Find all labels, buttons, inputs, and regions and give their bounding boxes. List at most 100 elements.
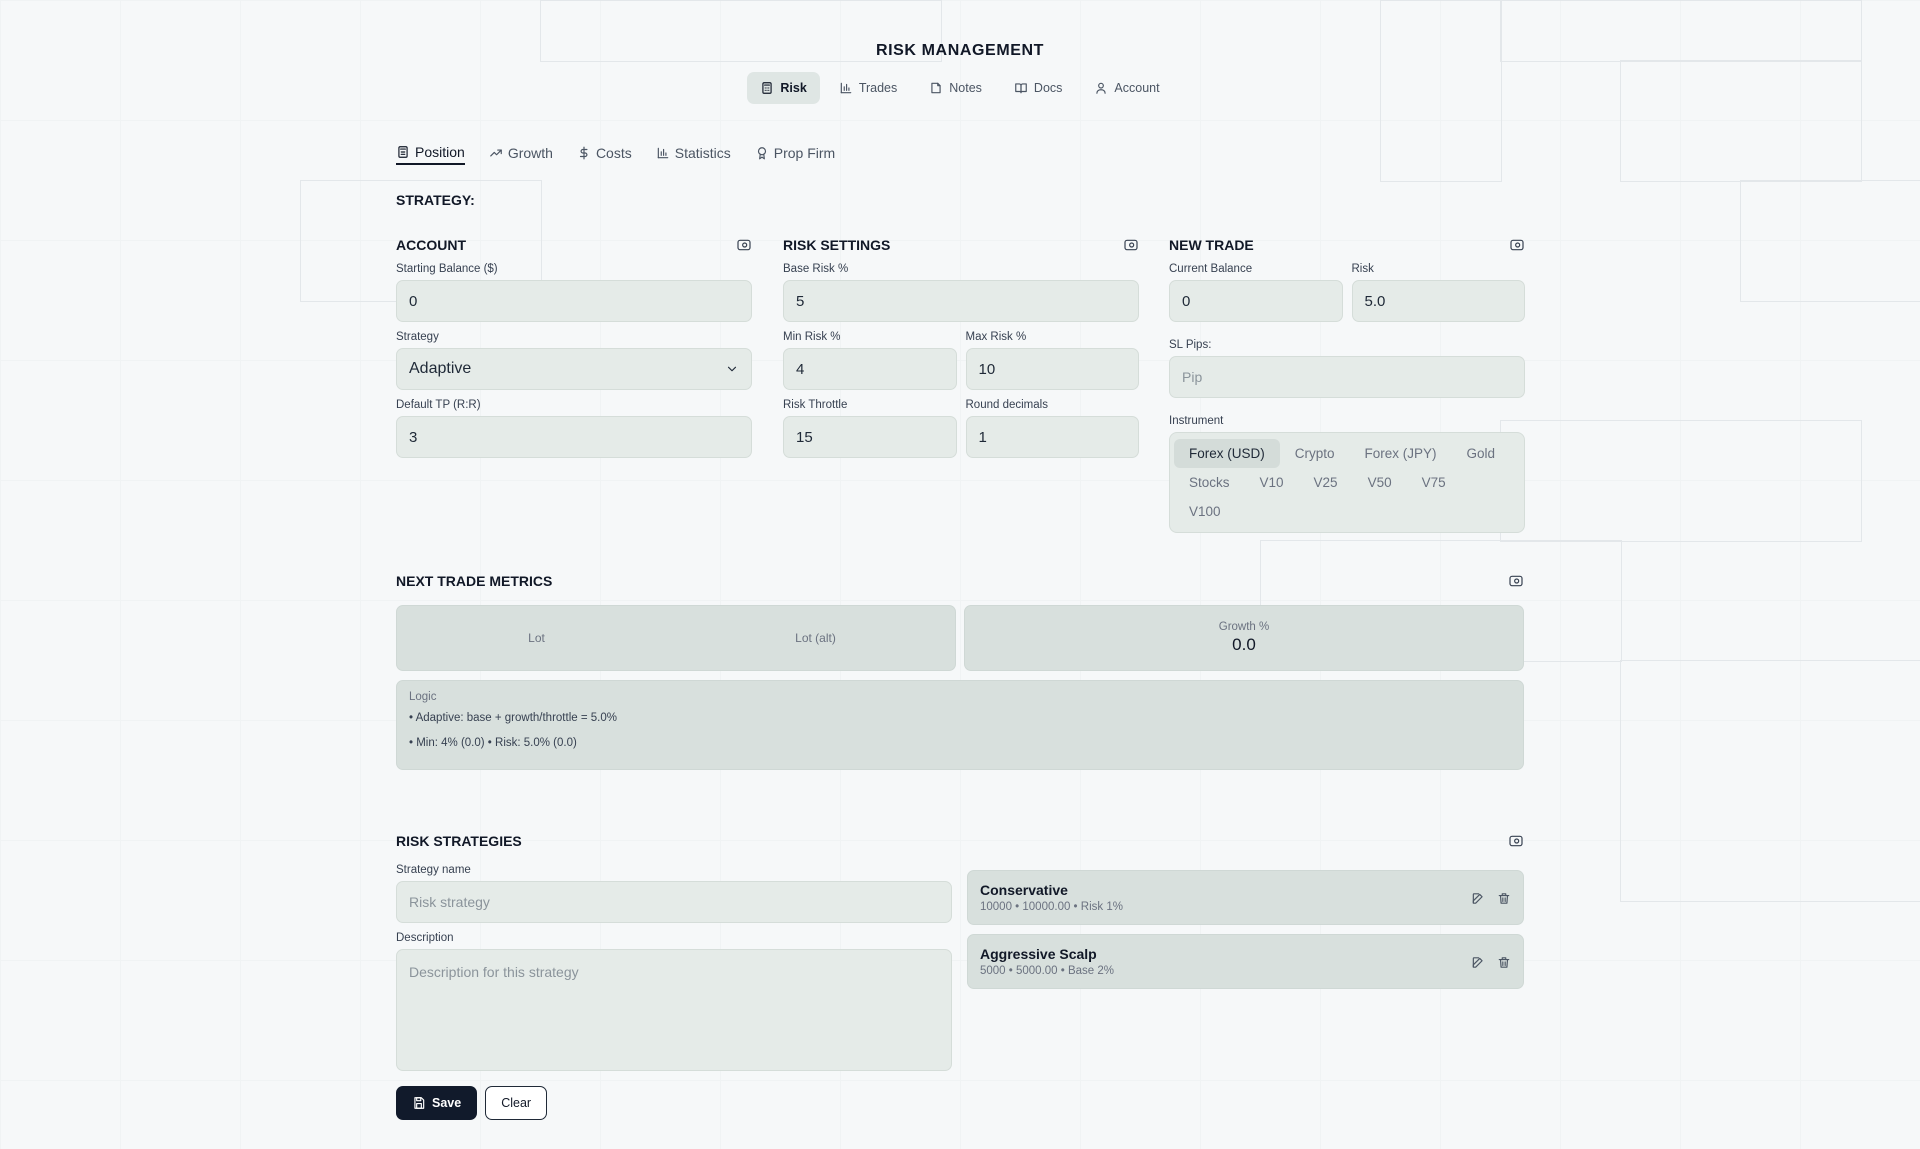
current-balance-label: Current Balance xyxy=(1169,263,1253,275)
trending-up-icon xyxy=(489,146,503,160)
strategy-meta: 5000 • 5000.00 • Base 2% xyxy=(980,965,1115,977)
note-icon xyxy=(929,81,943,95)
strategy-select[interactable]: Adaptive xyxy=(396,348,752,390)
nav-label: Risk xyxy=(780,81,807,95)
round-decimals-label: Round decimals xyxy=(965,399,1048,411)
tab-growth[interactable]: Growth xyxy=(489,144,553,165)
save-button[interactable]: Save xyxy=(396,1086,478,1120)
bar-chart-icon xyxy=(656,146,670,160)
calculator-icon xyxy=(396,145,410,159)
growth-value: 0.0 xyxy=(1232,635,1256,654)
strategy-card[interactable]: Conservative 10000 • 10000.00 • Risk 1% xyxy=(967,870,1524,925)
instrument-v50[interactable]: V50 xyxy=(1353,468,1407,497)
strategy-card[interactable]: Aggressive Scalp 5000 • 5000.00 • Base 2… xyxy=(967,934,1524,989)
user-icon xyxy=(1094,81,1108,95)
camera-icon[interactable] xyxy=(1509,237,1525,253)
logic-line: • Adaptive: base + growth/throttle = 5.0… xyxy=(409,712,617,724)
strategy-meta: 10000 • 10000.00 • Risk 1% xyxy=(980,901,1123,913)
camera-icon[interactable] xyxy=(1508,833,1524,849)
edit-icon[interactable] xyxy=(1471,891,1485,905)
strategies-title: RISK STRATEGIES xyxy=(396,833,522,849)
base-risk-label: Base Risk % xyxy=(783,263,849,275)
strategy-name-input[interactable]: Risk strategy xyxy=(396,881,952,923)
strategy-name-label: Strategy name xyxy=(396,864,471,876)
min-risk-input[interactable]: 4 xyxy=(783,348,957,390)
tab-position[interactable]: Position xyxy=(396,144,465,165)
metrics-title: NEXT TRADE METRICS xyxy=(396,573,553,589)
logic-title: Logic xyxy=(409,691,437,703)
instrument-v100[interactable]: V100 xyxy=(1174,497,1236,526)
instrument-v25[interactable]: V25 xyxy=(1299,468,1353,497)
nav-docs[interactable]: Docs xyxy=(1001,72,1075,104)
app-title: RISK MANAGEMENT xyxy=(875,42,1045,59)
book-icon xyxy=(1014,81,1028,95)
save-icon xyxy=(412,1096,426,1110)
instrument-v75[interactable]: V75 xyxy=(1407,468,1461,497)
top-navigation: Risk Trades Notes Docs Account xyxy=(396,72,1524,104)
risk-settings-title: RISK SETTINGS xyxy=(783,237,891,253)
tab-statistics[interactable]: Statistics xyxy=(656,144,731,165)
instrument-crypto[interactable]: Crypto xyxy=(1280,439,1350,468)
calculator-icon xyxy=(760,81,774,95)
instrument-stocks[interactable]: Stocks xyxy=(1174,468,1245,497)
nav-trades[interactable]: Trades xyxy=(826,72,910,104)
default-tp-input[interactable]: 3 xyxy=(396,416,752,458)
dollar-icon xyxy=(577,146,591,160)
nav-label: Docs xyxy=(1033,81,1063,95)
tab-label: Prop Firm xyxy=(773,145,836,161)
risk-input[interactable]: 5.0 xyxy=(1351,280,1525,322)
strategy-select-value: Adaptive xyxy=(409,360,472,377)
trash-icon[interactable] xyxy=(1497,955,1511,969)
risk-throttle-label: Risk Throttle xyxy=(783,399,848,411)
min-risk-label: Min Risk % xyxy=(783,331,841,343)
description-textarea[interactable]: Description for this strategy xyxy=(396,949,952,1071)
chevron-down-icon xyxy=(725,362,739,376)
starting-balance-label: Starting Balance ($) xyxy=(396,263,498,275)
starting-balance-input[interactable]: 0 xyxy=(396,280,752,322)
account-panel: ACCOUNT Starting Balance ($) 0 Strategy … xyxy=(396,236,752,458)
edit-icon[interactable] xyxy=(1471,955,1485,969)
growth-label: Growth % xyxy=(1218,621,1270,633)
logic-line: • Min: 4% (0.0) • Risk: 5.0% (0.0) xyxy=(409,737,577,749)
tab-label: Costs xyxy=(595,145,632,161)
current-balance-input[interactable]: 0 xyxy=(1169,280,1343,322)
risk-throttle-input[interactable]: 15 xyxy=(783,416,957,458)
base-risk-input[interactable]: 5 xyxy=(783,280,1139,322)
new-trade-panel: NEW TRADE Current Balance 0 Risk 5.0 SL … xyxy=(1169,236,1525,533)
clear-button[interactable]: Clear xyxy=(485,1086,548,1120)
nav-label: Trades xyxy=(858,81,898,95)
camera-icon[interactable] xyxy=(736,237,752,253)
save-label: Save xyxy=(432,1096,462,1110)
max-risk-input[interactable]: 10 xyxy=(965,348,1139,390)
instrument-v10[interactable]: V10 xyxy=(1245,468,1299,497)
nav-risk[interactable]: Risk xyxy=(747,72,820,104)
logic-card: Logic • Adaptive: base + growth/throttle… xyxy=(396,680,1524,770)
tab-prop-firm[interactable]: Prop Firm xyxy=(755,144,835,165)
award-icon xyxy=(755,146,769,160)
round-decimals-input[interactable]: 1 xyxy=(965,416,1139,458)
nav-label: Account xyxy=(1114,81,1160,95)
strategy-heading: STRATEGY: xyxy=(396,192,475,208)
nav-notes[interactable]: Notes xyxy=(916,72,995,104)
trash-icon[interactable] xyxy=(1497,891,1511,905)
nav-label: Notes xyxy=(949,81,982,95)
instrument-forex-jpy[interactable]: Forex (JPY) xyxy=(1350,439,1452,468)
account-title: ACCOUNT xyxy=(396,237,466,253)
description-label: Description xyxy=(396,932,454,944)
strategy-name: Conservative xyxy=(980,882,1068,898)
risk-strategies: RISK STRATEGIES Strategy name Risk strat… xyxy=(396,832,1524,1120)
sl-pips-label: SL Pips: xyxy=(1169,339,1212,351)
instrument-forex-usd[interactable]: Forex (USD) xyxy=(1174,439,1280,468)
nav-account[interactable]: Account xyxy=(1081,72,1172,104)
max-risk-label: Max Risk % xyxy=(965,331,1027,343)
tab-costs[interactable]: Costs xyxy=(577,144,632,165)
camera-icon[interactable] xyxy=(1123,237,1139,253)
risk-settings-panel: RISK SETTINGS Base Risk % 5 Min Risk % 4… xyxy=(783,236,1139,458)
next-trade-metrics: NEXT TRADE METRICS Lot Lot (alt) Growth … xyxy=(396,572,1524,770)
strategy-select-label: Strategy xyxy=(396,331,439,343)
camera-icon[interactable] xyxy=(1508,573,1524,589)
sl-pips-input[interactable]: Pip xyxy=(1169,356,1525,398)
lot-card: Lot Lot (alt) xyxy=(396,605,956,671)
risk-label: Risk xyxy=(1351,263,1374,275)
instrument-gold[interactable]: Gold xyxy=(1452,439,1511,468)
